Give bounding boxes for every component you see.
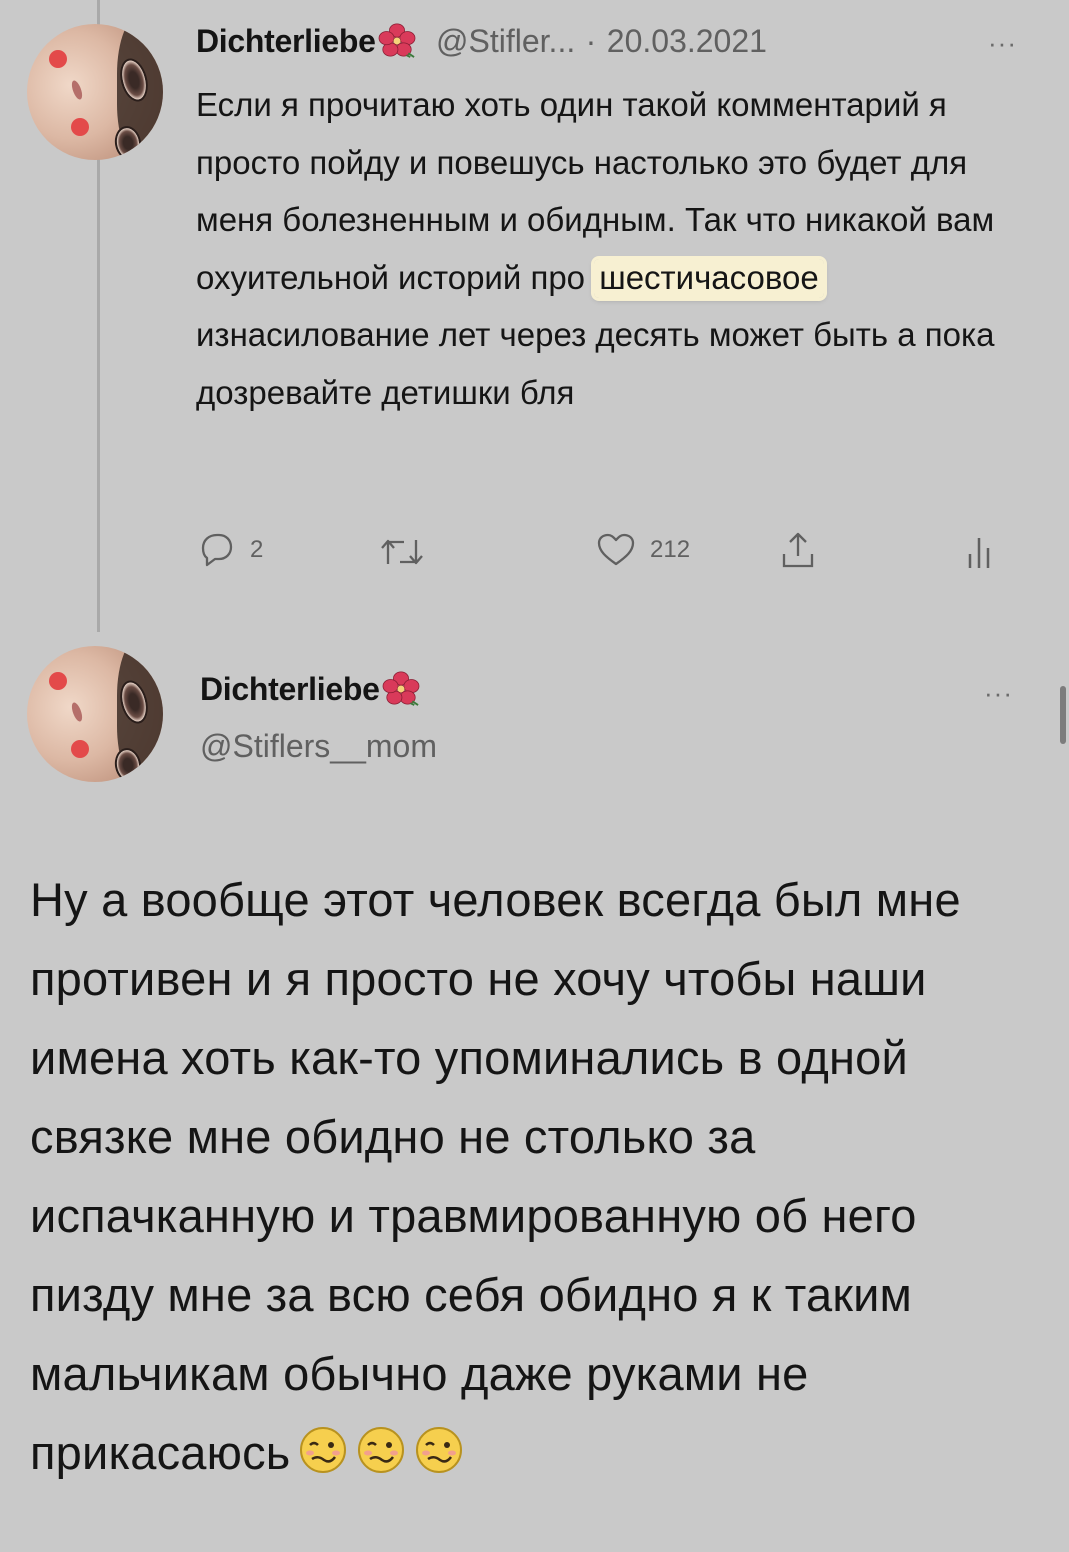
avatar-blush — [49, 50, 67, 68]
woozy-face-emoji — [358, 1427, 405, 1473]
woozy-face-emoji — [300, 1427, 347, 1473]
reply-icon — [201, 533, 233, 567]
retweet-button[interactable] — [378, 534, 440, 570]
reply-count: 2 — [250, 536, 264, 563]
avatar-blush — [71, 118, 89, 136]
hibiscus-flower-icon — [378, 23, 415, 58]
tweet-date[interactable]: 20.03.2021 — [607, 23, 767, 59]
analytics-button[interactable] — [966, 534, 992, 570]
avatar[interactable] — [27, 646, 163, 782]
separator: · — [585, 23, 597, 59]
tweet-text-part: Ну а вообще этот человек всегда был мне … — [30, 873, 961, 1479]
retweet-icon — [381, 539, 423, 565]
avatar-mouth — [69, 701, 85, 723]
avatar-mouth — [69, 79, 85, 101]
like-count: 212 — [650, 536, 691, 563]
share-button[interactable] — [778, 530, 818, 570]
scrollbar[interactable] — [1060, 686, 1066, 744]
handle[interactable]: @Stiflers__mom — [200, 728, 437, 765]
more-options-button[interactable]: ··· — [984, 678, 1013, 709]
share-icon — [782, 532, 814, 568]
heart-icon — [597, 533, 635, 566]
handle[interactable]: @Stifler... — [436, 23, 575, 59]
tweet-header: Dichterliebe @Stifler... · 20.03.2021 — [196, 22, 767, 60]
more-options-button[interactable]: ··· — [988, 28, 1017, 59]
like-button[interactable]: 212 — [596, 532, 690, 568]
hibiscus-flower-icon — [382, 671, 419, 706]
tweet-2-text: Ну а вообще этот человек всегда был мне … — [30, 860, 1050, 1492]
tweet-text-part: изнасилование лет через десять может быт… — [196, 316, 995, 411]
tweet-actions: 2 212 — [0, 528, 1069, 578]
display-name[interactable]: Dichterliebe — [200, 671, 380, 707]
avatar-blush — [71, 740, 89, 758]
avatar-blush — [49, 672, 67, 690]
analytics-icon — [968, 538, 990, 568]
woozy-face-emoji — [416, 1427, 463, 1473]
avatar[interactable] — [27, 24, 163, 160]
tweet-text: Если я прочитаю хоть один такой коммента… — [196, 76, 1036, 421]
display-name[interactable]: Dichterliebe — [196, 23, 376, 59]
reply-button[interactable]: 2 — [198, 532, 263, 568]
author-name-row: Dichterliebe — [200, 670, 420, 708]
highlighted-word: шестичасовое — [594, 258, 824, 298]
